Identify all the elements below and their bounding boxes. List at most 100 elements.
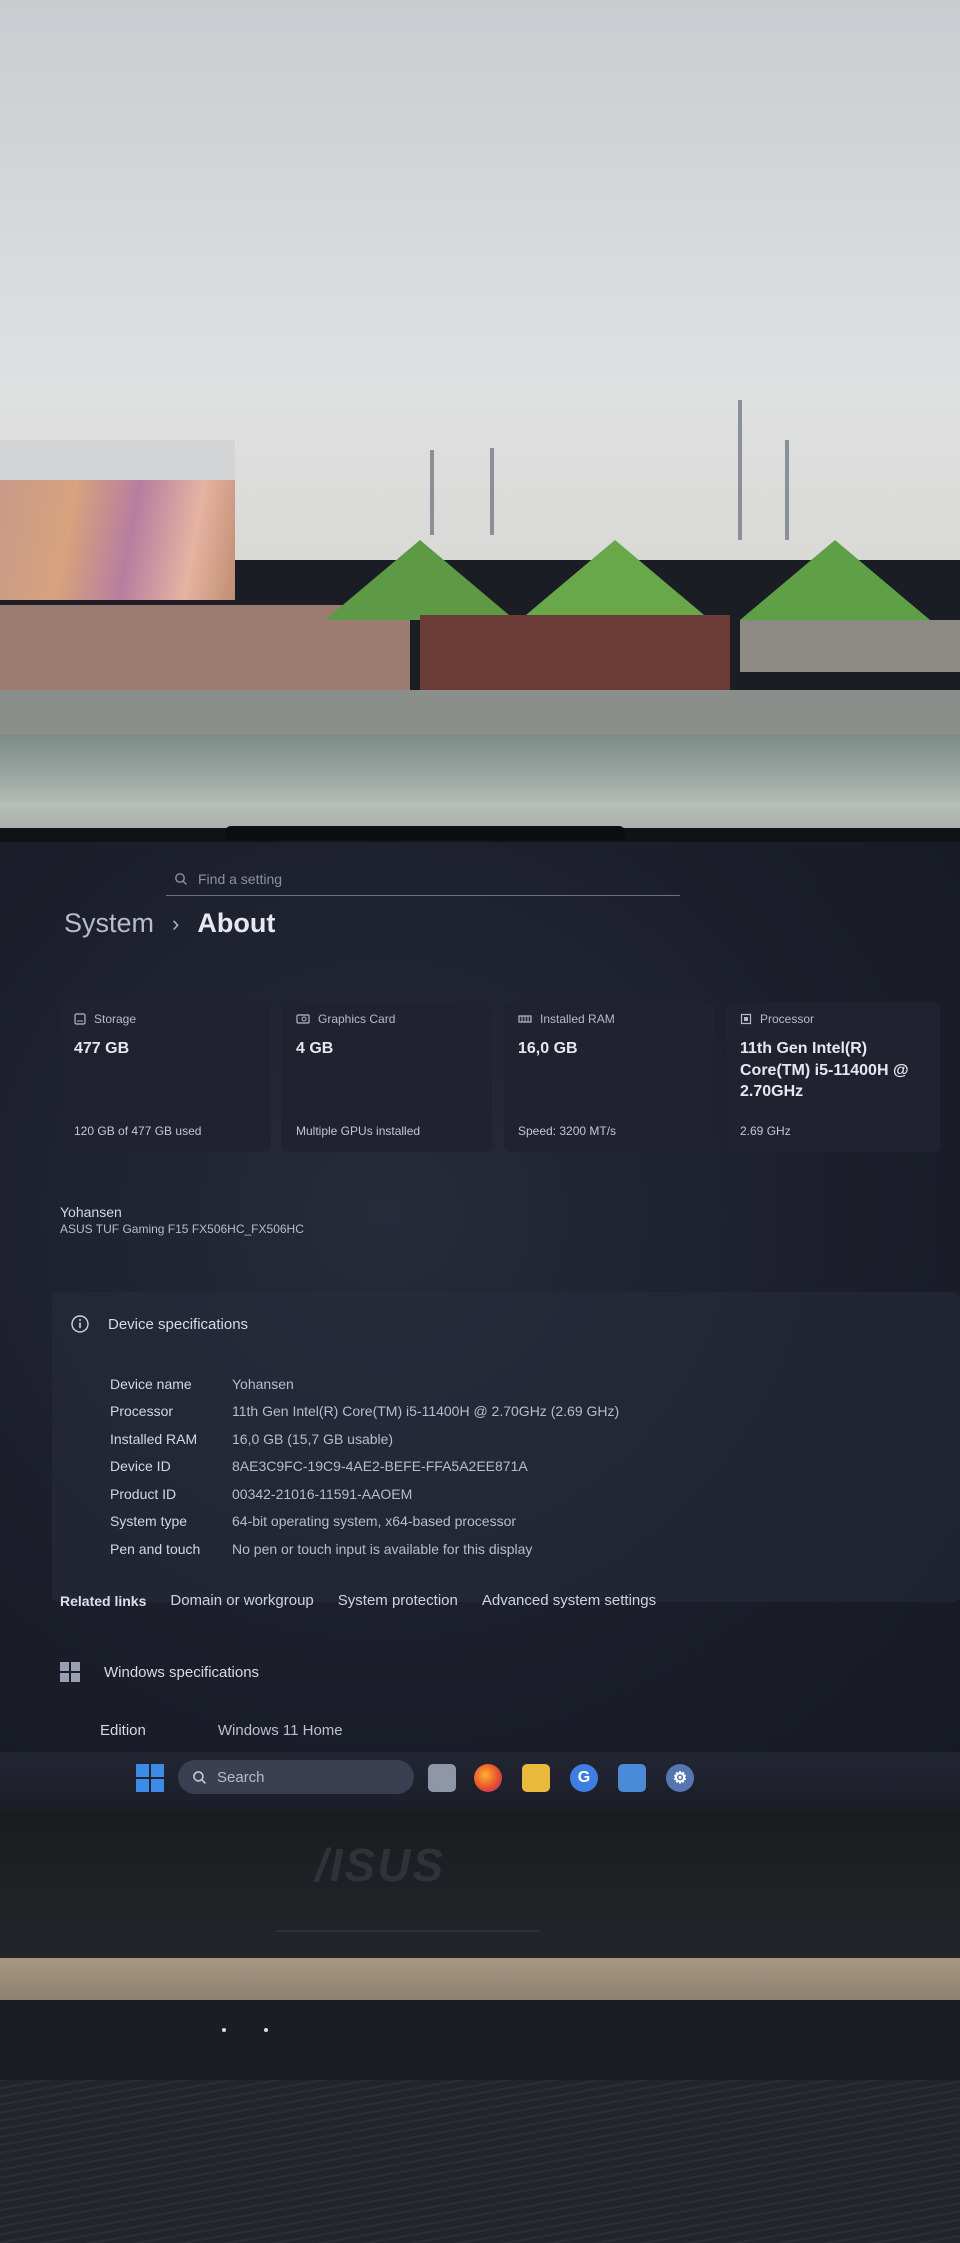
quay-wall xyxy=(0,690,960,740)
spec-label: Processor xyxy=(110,1403,174,1420)
crane xyxy=(490,448,494,535)
spec-row: Device name Yohansen xyxy=(110,1370,619,1398)
section-title: Device specifications xyxy=(108,1315,249,1333)
card-label: Storage xyxy=(94,1012,137,1026)
crane xyxy=(430,450,434,535)
laptop-chassis xyxy=(0,1810,960,1960)
device-specifications-panel: Device specifications Device name Yohanse… xyxy=(52,1292,960,1602)
taskbar-search[interactable]: Search xyxy=(178,1760,414,1794)
search-placeholder: Find a setting xyxy=(198,870,283,887)
crane xyxy=(785,440,789,540)
card-footer: Multiple GPUs installed xyxy=(296,1124,421,1138)
settings-gear-icon[interactable]: ⚙ xyxy=(666,1764,694,1792)
spec-value: Yohansen xyxy=(232,1375,294,1392)
spec-row: Processor 11th Gen Intel(R) Core(TM) i5-1… xyxy=(110,1398,619,1426)
spec-value: 00342-21016-11591-AAOEM xyxy=(232,1485,413,1502)
taskbar: Search G ⚙ xyxy=(0,1752,960,1810)
chevron-right-icon: › xyxy=(172,910,180,936)
graphics-card-icon xyxy=(296,1014,310,1024)
windows-specifications-header[interactable]: Windows specifications xyxy=(60,1662,259,1682)
breadcrumb-system[interactable]: System xyxy=(64,908,154,939)
storage-icon xyxy=(74,1013,86,1025)
spec-rows: Device name Yohansen Processor 11th Gen In… xyxy=(110,1370,619,1563)
spec-label: Device name xyxy=(110,1375,192,1392)
section-title: Windows specifications xyxy=(104,1663,260,1681)
harbour-water xyxy=(0,735,960,835)
device-model: ASUS TUF Gaming F15 FX506HC_FX506HC xyxy=(60,1222,304,1236)
card-label: Graphics Card xyxy=(318,1012,396,1026)
spec-row: Device ID 8AE3C9FC-19C9-4AE2-BEFE-FFA5A2E… xyxy=(110,1453,619,1481)
spec-value: No pen or touch input is available for t… xyxy=(232,1540,533,1557)
building-top xyxy=(0,440,235,480)
card-value: 477 GB xyxy=(74,1040,130,1057)
google-icon[interactable]: G xyxy=(570,1764,598,1792)
system-protection-link[interactable]: System protection xyxy=(338,1592,458,1609)
firefox-icon[interactable] xyxy=(474,1764,502,1792)
spec-row: System type 64-bit operating system, x64-… xyxy=(110,1508,619,1536)
advanced-system-settings-link[interactable]: Advanced system settings xyxy=(482,1592,656,1609)
windows-logo-icon xyxy=(60,1662,80,1682)
remote-desktop-icon[interactable] xyxy=(618,1764,646,1792)
start-button[interactable] xyxy=(136,1764,164,1792)
hinge-line xyxy=(275,1930,540,1932)
settings-window: Find a setting System › About Storage 47… xyxy=(0,842,960,1770)
spec-row: Installed RAM 16,0 GB (15,7 GB usable) xyxy=(110,1425,619,1453)
file-explorer-icon[interactable] xyxy=(522,1764,550,1792)
desk-edge xyxy=(0,1958,960,2000)
edition-value: Windows 11 Home xyxy=(217,1722,343,1739)
grey-shed xyxy=(740,620,960,672)
spec-row: Product ID 00342-21016-11591-AAOEM xyxy=(110,1480,619,1508)
shed-roof xyxy=(740,540,930,620)
task-view-icon[interactable] xyxy=(428,1764,456,1792)
status-led xyxy=(222,2028,226,2032)
shed-roof xyxy=(520,540,710,620)
bezel-notch xyxy=(225,826,625,840)
device-specifications-header[interactable]: Device specifications xyxy=(70,1314,248,1334)
edition-label: Edition xyxy=(100,1722,146,1739)
spec-label: System type xyxy=(110,1513,188,1530)
brand-logo: /ISUS xyxy=(315,1839,446,1891)
mural-building xyxy=(0,480,235,600)
search-icon xyxy=(193,1770,206,1784)
spec-value: 16,0 GB (15,7 GB usable) xyxy=(232,1430,394,1447)
spec-value: 64-bit operating system, x64-based proce… xyxy=(232,1513,517,1530)
processor-card[interactable]: Processor 11th Gen Intel(R) Core(TM) i5-… xyxy=(726,1002,940,1152)
info-icon xyxy=(71,1315,89,1333)
processor-icon xyxy=(740,1013,752,1025)
card-value: 11th Gen Intel(R) Core(TM) i5-11400H @ 2… xyxy=(740,1040,909,1101)
card-label: Processor xyxy=(760,1012,815,1026)
summary-cards: Storage 477 GB 120 GB of 477 GB used Gra… xyxy=(60,1002,940,1152)
page-title: About xyxy=(197,908,276,938)
card-footer: 120 GB of 477 GB used xyxy=(74,1124,202,1138)
related-links: Related links Domain or workgroup System… xyxy=(60,1592,656,1609)
spec-label: Device ID xyxy=(110,1458,171,1475)
spec-label: Pen and touch xyxy=(110,1540,201,1557)
storage-card[interactable]: Storage 477 GB 120 GB of 477 GB used xyxy=(60,1002,270,1152)
ram-icon xyxy=(518,1015,532,1023)
search-icon xyxy=(175,872,187,885)
taskbar-search-label: Search xyxy=(217,1768,265,1786)
keyboard-shadow xyxy=(0,2000,960,2080)
card-label: Installed RAM xyxy=(540,1012,615,1026)
card-value: 4 GB xyxy=(296,1040,334,1057)
edition-row: Edition Windows 11 Home xyxy=(100,1722,343,1739)
card-value: 16,0 GB xyxy=(518,1040,578,1057)
spec-value: 8AE3C9FC-19C9-4AE2-BEFE-FFA5A2EE871A xyxy=(232,1458,528,1475)
find-setting-search[interactable]: Find a setting xyxy=(166,862,680,896)
spec-label: Installed RAM xyxy=(110,1430,198,1447)
card-footer: 2.69 GHz xyxy=(740,1124,791,1138)
shed-roof xyxy=(325,540,515,620)
breadcrumb: System › About xyxy=(64,908,275,939)
spec-row: Pen and touch No pen or touch input is av… xyxy=(110,1535,619,1563)
spec-label: Product ID xyxy=(110,1485,177,1502)
graphics-card-card[interactable]: Graphics Card 4 GB Multiple GPUs install… xyxy=(282,1002,492,1152)
spec-value: 11th Gen Intel(R) Core(TM) i5-11400H @ 2… xyxy=(232,1403,620,1420)
domain-or-workgroup-link[interactable]: Domain or workgroup xyxy=(170,1592,313,1609)
related-links-title: Related links xyxy=(60,1592,147,1609)
crane xyxy=(738,400,742,540)
status-led xyxy=(264,2028,268,2032)
card-footer: Speed: 3200 MT/s xyxy=(518,1124,617,1138)
installed-ram-card[interactable]: Installed RAM 16,0 GB Speed: 3200 MT/s xyxy=(504,1002,714,1152)
device-name: Yohansen xyxy=(60,1204,122,1220)
device-name-block[interactable]: Yohansen ASUS TUF Gaming F15 FX506HC_FX5… xyxy=(60,1204,304,1236)
